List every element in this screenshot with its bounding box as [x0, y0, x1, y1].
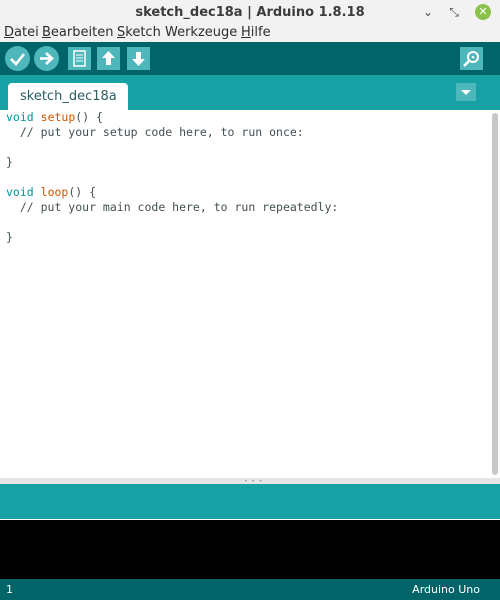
tab-menu-button[interactable] [456, 83, 476, 101]
code-comment: // put your setup code here, to run once… [6, 125, 304, 139]
scrollbar-thumb[interactable] [492, 113, 498, 475]
message-area [0, 484, 500, 519]
menu-bar: Datei Bearbeiten Sketch Werkzeuge Hilfe [0, 24, 500, 42]
magnifier-icon [463, 51, 479, 67]
tab-strip: sketch_dec18a [0, 75, 500, 110]
open-button[interactable] [97, 47, 120, 70]
menu-bearbeiten[interactable]: Bearbeiten [42, 25, 113, 40]
menu-werkzeuge[interactable]: Werkzeuge [165, 25, 237, 40]
check-icon [10, 53, 26, 66]
menu-datei[interactable]: Datei [4, 25, 39, 40]
arrow-right-icon [40, 52, 54, 65]
minimize-button[interactable]: ⌄ [420, 4, 436, 20]
editor-scrollbar[interactable] [490, 110, 500, 478]
code-keyword: void [6, 185, 34, 199]
menu-werkzeuge-label: Werkzeuge [165, 25, 238, 40]
code-line: } [6, 230, 13, 244]
tab-label: sketch_dec18a [20, 89, 117, 104]
verify-button[interactable] [5, 46, 30, 71]
save-button[interactable] [127, 47, 150, 70]
menu-hilfe-mnemonic: H [241, 25, 251, 40]
menu-hilfe[interactable]: Hilfe [241, 25, 271, 40]
console-output[interactable] [0, 519, 500, 579]
menu-datei-rest: atei [14, 25, 39, 40]
title-bar: sketch_dec18a | Arduino 1.8.18 ⌄ ⤡ ✕ [0, 0, 500, 24]
serial-monitor-button[interactable] [460, 47, 483, 70]
upload-button[interactable] [34, 46, 59, 71]
close-button[interactable]: ✕ [475, 4, 491, 20]
menu-sketch[interactable]: Sketch [117, 25, 161, 40]
line-number: 1 [6, 583, 13, 596]
code-comment: // put your main code here, to run repea… [6, 200, 339, 214]
tab-sketch[interactable]: sketch_dec18a [8, 83, 128, 110]
code-line: void loop() { [6, 185, 96, 200]
code-text: () { [75, 110, 103, 124]
code-function: setup [40, 110, 76, 124]
menu-datei-mnemonic: D [4, 25, 15, 40]
menu-sketch-rest: ketch [125, 25, 161, 40]
code-line: void setup() { [6, 110, 103, 125]
code-function: loop [40, 185, 69, 199]
menu-bearbeiten-rest: earbeiten [50, 25, 114, 40]
arrow-down-icon [132, 52, 145, 66]
code-editor[interactable]: void setup() { // put your setup code he… [0, 110, 490, 478]
code-text: () { [68, 185, 97, 199]
new-file-icon [73, 50, 86, 67]
code-keyword: void [6, 110, 34, 124]
code-line: } [6, 155, 13, 169]
chevron-down-icon [461, 90, 471, 95]
board-name: Arduino Uno [412, 583, 480, 596]
menu-bearbeiten-mnemonic: B [42, 25, 51, 40]
maximize-button[interactable]: ⤡ [446, 4, 462, 20]
status-bar: 1 Arduino Uno [0, 579, 500, 600]
arrow-up-icon [102, 51, 115, 65]
toolbar [0, 42, 500, 75]
new-button[interactable] [68, 47, 91, 70]
menu-hilfe-rest: ilfe [250, 25, 271, 40]
